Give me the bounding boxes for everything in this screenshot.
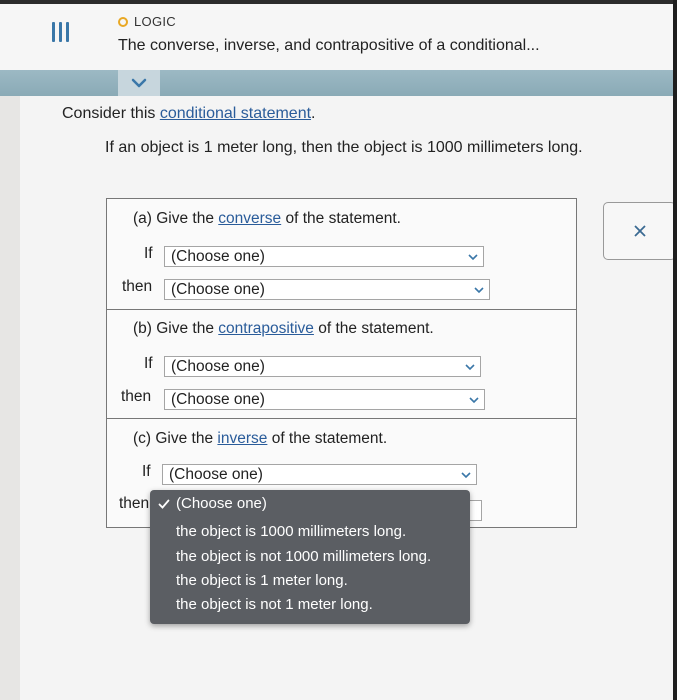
contrapositive-link[interactable]: contrapositive (218, 320, 314, 337)
converse-link[interactable]: converse (218, 210, 281, 227)
intro-text: Consider this conditional statement. (62, 105, 315, 123)
question-b-if-select[interactable]: (Choose one) (164, 356, 481, 377)
question-a-then-label: then (122, 278, 153, 295)
app-header: LOGIC The converse, inverse, and contrap… (0, 0, 677, 70)
checkmark-icon (158, 499, 170, 509)
close-button[interactable] (603, 202, 676, 260)
question-c-then-label: then (119, 495, 150, 512)
subject-label: LOGIC (118, 14, 176, 29)
question-a-then-value: (Choose one) (171, 281, 265, 298)
chevron-down-icon (465, 364, 475, 371)
collapse-button[interactable] (118, 70, 160, 96)
dropdown-option[interactable]: the object is not 1000 millimeters long. (176, 548, 431, 565)
chevron-down-icon (469, 397, 479, 404)
chevron-down-icon (468, 254, 478, 261)
inverse-link[interactable]: inverse (217, 430, 267, 447)
question-b-prefix: (b) Give the (133, 320, 219, 337)
question-box: (a) Give the converse of the statement. … (106, 198, 577, 528)
dropdown-option[interactable]: the object is 1000 millimeters long. (176, 523, 406, 540)
question-c-if-label: If (142, 463, 151, 480)
question-b-suffix: of the statement. (313, 320, 434, 337)
question-a-prefix: (a) Give the (133, 210, 219, 227)
question-b-then-select[interactable]: (Choose one) (164, 389, 485, 410)
intro-prefix: Consider this (62, 105, 160, 122)
choose-one-dropdown-menu: (Choose one) the object is 1000 millimet… (150, 490, 470, 624)
dropdown-option[interactable]: the object is not 1 meter long. (176, 596, 373, 613)
top-border (0, 0, 677, 4)
question-c-if-value: (Choose one) (169, 466, 263, 483)
question-b-then-value: (Choose one) (171, 391, 265, 408)
progress-circle-icon (118, 16, 128, 27)
section-divider (107, 418, 576, 419)
hamburger-menu-icon[interactable] (52, 22, 72, 42)
question-c-suffix: of the statement. (267, 430, 388, 447)
question-a-suffix: of the statement. (281, 210, 401, 227)
dropdown-option[interactable]: the object is 1 meter long. (176, 572, 348, 589)
chevron-down-icon (474, 287, 484, 294)
question-c-prefix: (c) Give the (133, 430, 218, 447)
conditional-statement: If an object is 1 meter long, then the o… (105, 139, 583, 156)
question-a-if-value: (Choose one) (171, 248, 265, 265)
question-c-label: (c) Give the inverse of the statement. (133, 430, 387, 448)
page-title: The converse, inverse, and contrapositiv… (118, 37, 540, 54)
dropdown-option[interactable]: (Choose one) (176, 495, 267, 512)
intro-suffix: . (311, 105, 316, 122)
question-b-label: (b) Give the contrapositive of the state… (133, 320, 434, 338)
question-b-if-label: If (144, 355, 153, 372)
section-divider (107, 309, 576, 310)
subject-text: LOGIC (134, 14, 176, 29)
question-a-if-select[interactable]: (Choose one) (164, 246, 484, 267)
question-a-then-select[interactable]: (Choose one) (164, 279, 490, 300)
question-a-label: (a) Give the converse of the statement. (133, 210, 401, 228)
window-edge (673, 0, 677, 700)
conditional-statement-link[interactable]: conditional statement (160, 105, 311, 122)
header-band (0, 70, 677, 96)
close-icon (633, 225, 646, 237)
question-a-if-label: If (144, 245, 153, 262)
question-b-then-label: then (121, 388, 152, 405)
question-c-then-select[interactable] (470, 500, 482, 521)
question-c-if-select[interactable]: (Choose one) (162, 464, 477, 485)
question-b-if-value: (Choose one) (171, 358, 265, 375)
chevron-down-icon (131, 78, 147, 88)
chevron-down-icon (461, 472, 471, 479)
